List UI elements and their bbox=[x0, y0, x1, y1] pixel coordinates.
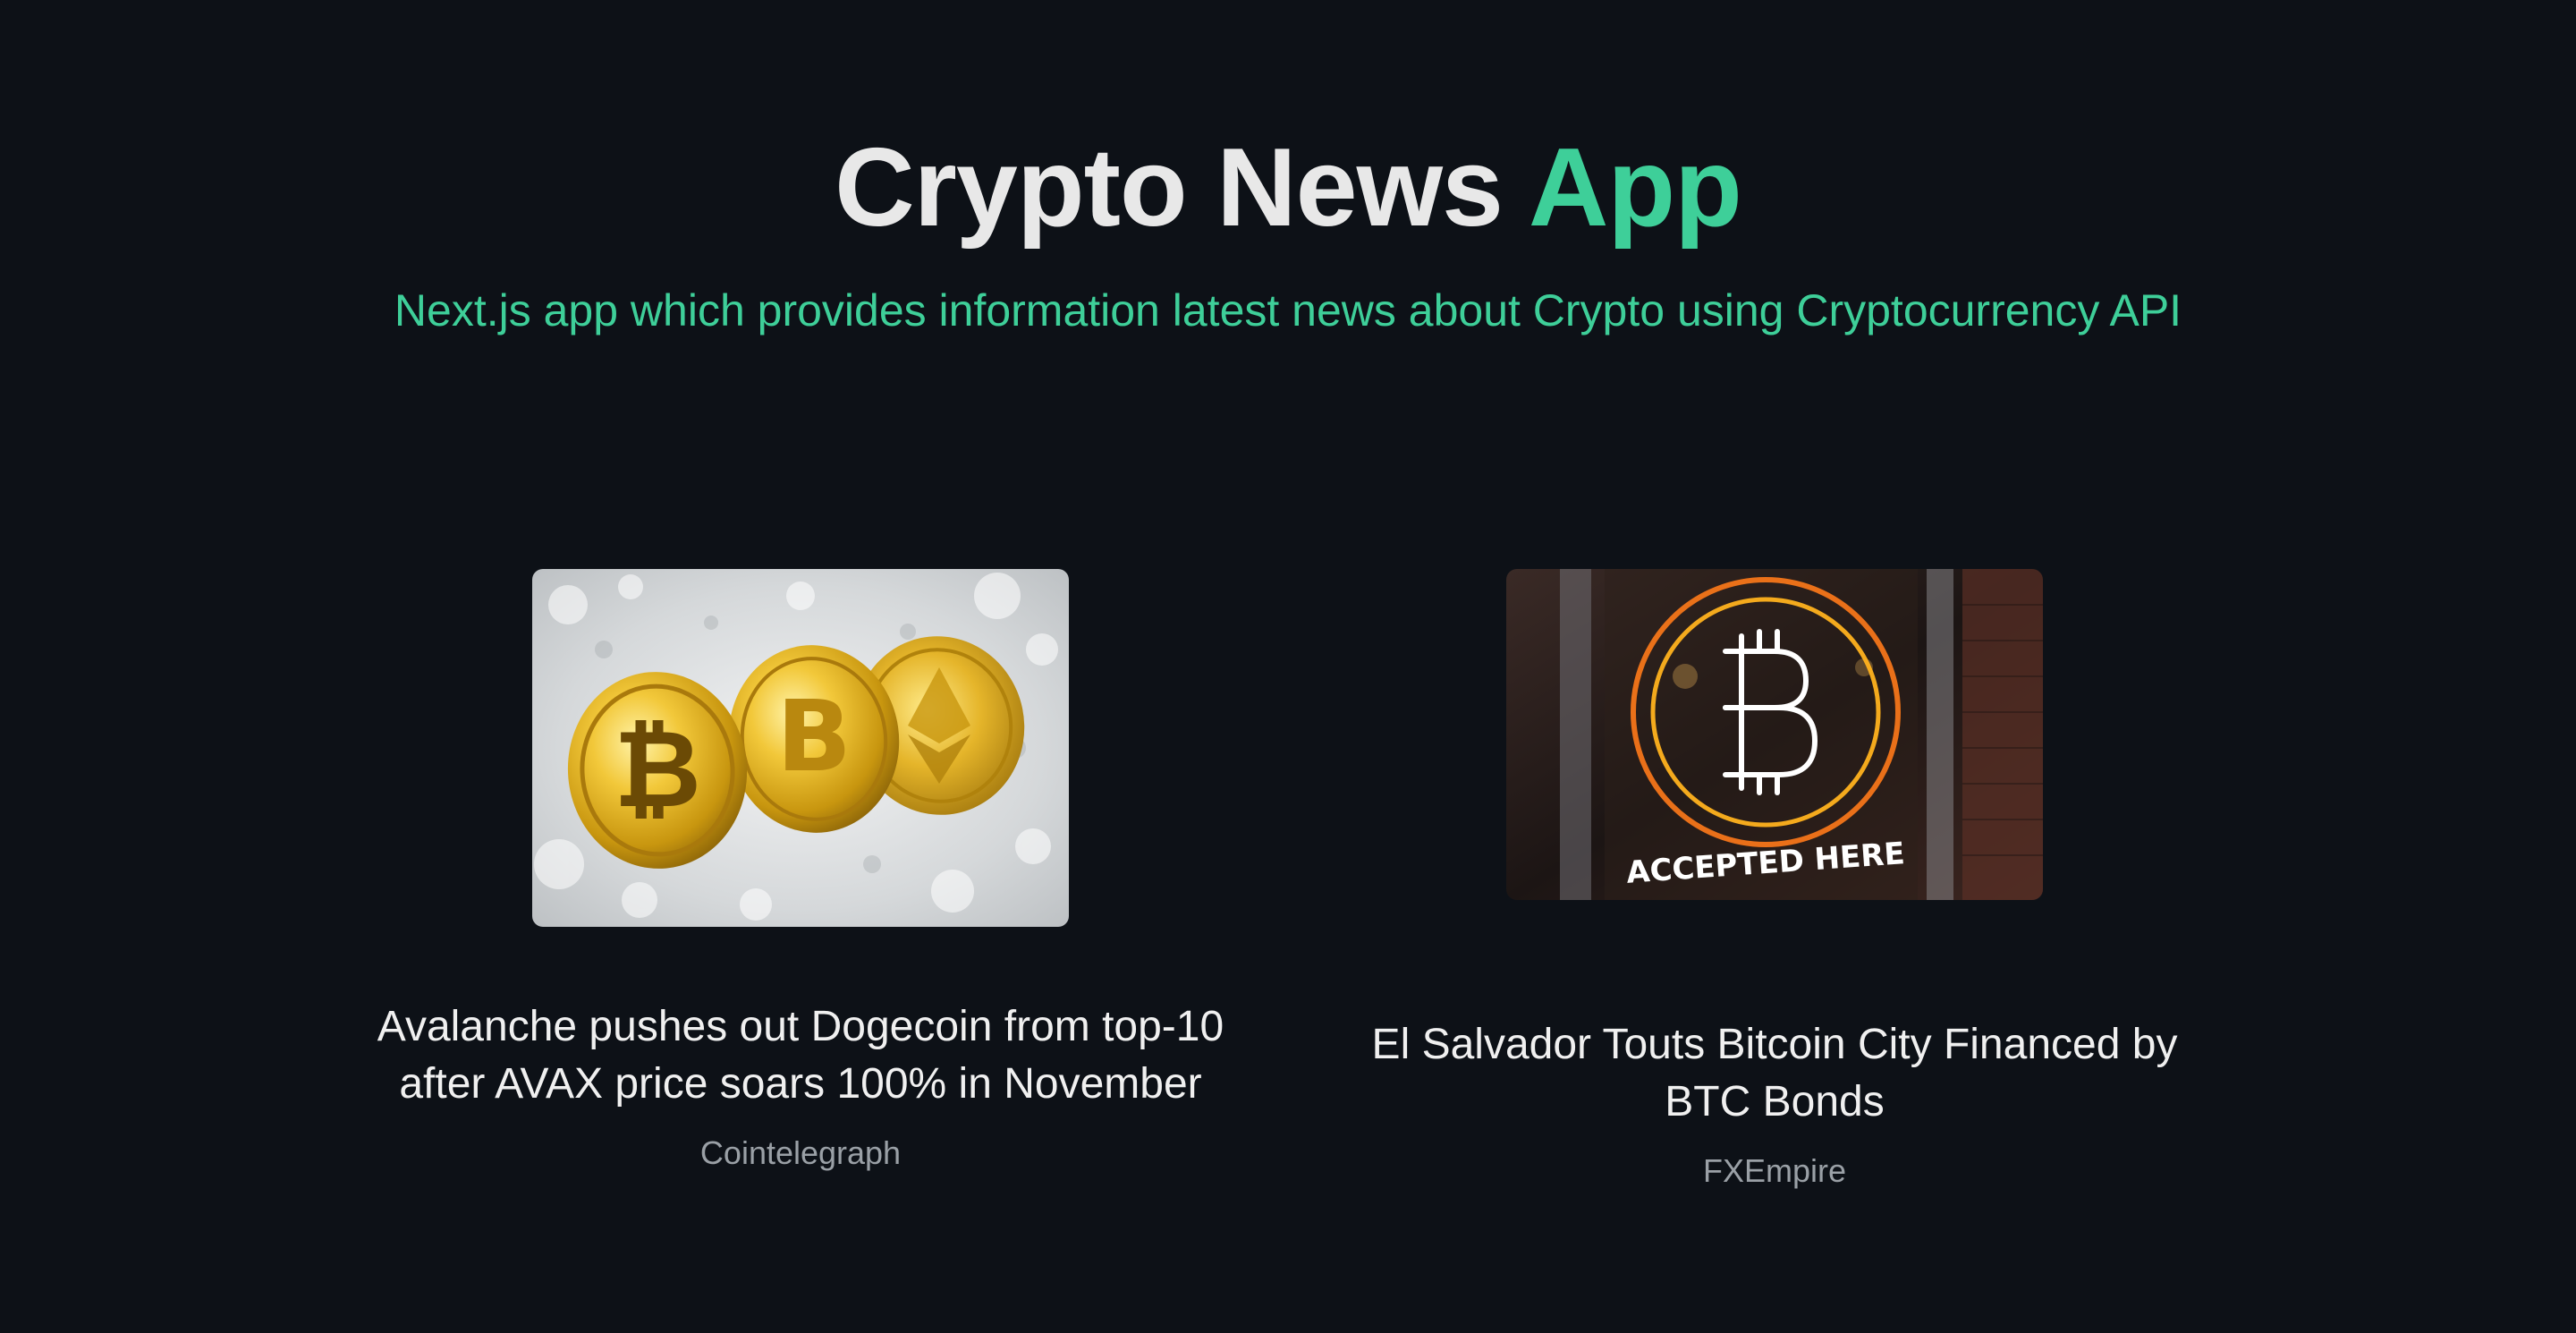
article-source: FXEmpire bbox=[1702, 1152, 1847, 1189]
article-title[interactable]: Avalanche pushes out Dogecoin from top-1… bbox=[371, 998, 1230, 1113]
svg-text:₿: ₿ bbox=[614, 708, 701, 832]
article-title[interactable]: El Salvador Touts Bitcoin City Financed … bbox=[1345, 1016, 2204, 1131]
article-image-neon-bitcoin[interactable]: ACCEPTED HERE bbox=[1506, 569, 2043, 900]
news-card[interactable]: B ₿ Avalanche pushes out Dogecoin from t… bbox=[362, 569, 1239, 1172]
news-card[interactable]: ACCEPTED HERE El Salvador Touts Bitcoin … bbox=[1336, 569, 2213, 1190]
page-subtitle: Next.js app which provides information l… bbox=[394, 285, 2182, 335]
page-title-main: Crypto News bbox=[835, 126, 1504, 250]
page-title: Crypto News App bbox=[0, 121, 2576, 255]
page-title-accent: App bbox=[1528, 126, 1742, 250]
page: Crypto News App Next.js app which provid… bbox=[0, 0, 2576, 1333]
svg-text:B: B bbox=[776, 679, 852, 794]
article-source: Cointelegraph bbox=[699, 1134, 902, 1171]
article-image-coins[interactable]: B ₿ bbox=[532, 569, 1069, 927]
